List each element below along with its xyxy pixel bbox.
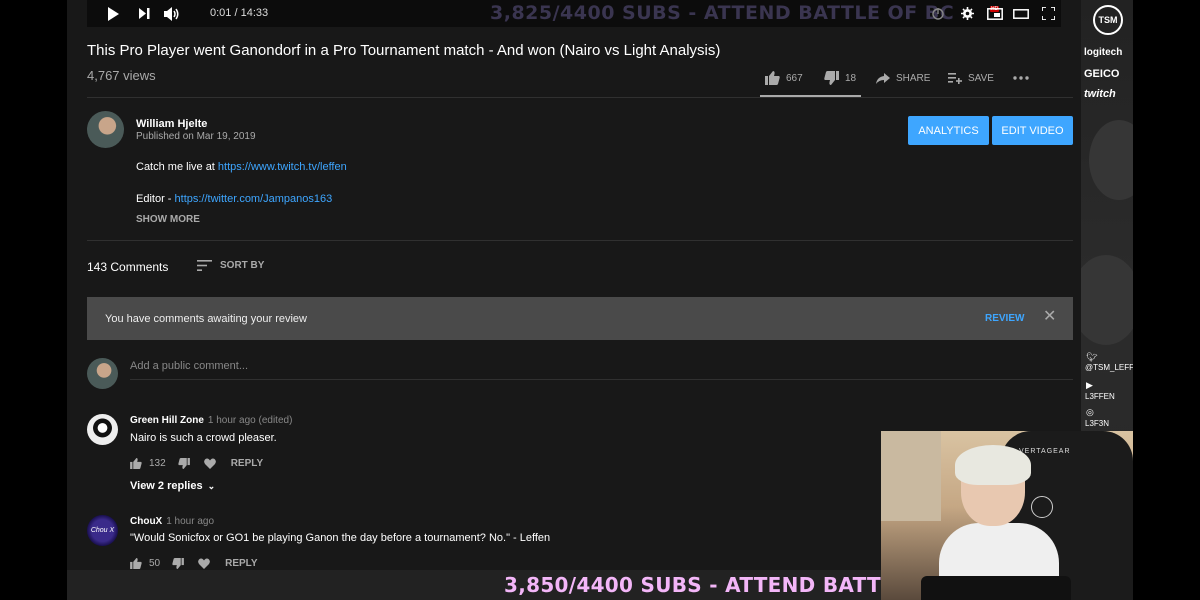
- comment-author-name[interactable]: Green Hill Zone: [130, 415, 204, 426]
- instagram-icon: ◎: [1086, 407, 1094, 417]
- youtube-handle: L3FFEN: [1085, 392, 1115, 401]
- youtube-icon: ▶: [1086, 380, 1093, 390]
- play-icon[interactable]: [105, 0, 121, 27]
- review-link[interactable]: REVIEW: [985, 313, 1024, 324]
- dislike-button[interactable]: 18: [824, 70, 856, 86]
- ticker-top: 3,825/4400 SUBS - ATTEND BATTLE OF BC: [490, 2, 955, 24]
- miniplayer-icon[interactable]: [986, 0, 1004, 27]
- volume-icon[interactable]: [163, 0, 181, 27]
- more-horizontal-icon: [1013, 76, 1029, 80]
- edit-video-button[interactable]: EDIT VIDEO: [992, 116, 1073, 145]
- thumbs-up-icon: [765, 71, 780, 85]
- comment-actions: 132 REPLY: [130, 458, 263, 469]
- sort-by-button[interactable]: SORT BY: [197, 260, 264, 271]
- like-button[interactable]: 667: [765, 70, 803, 86]
- twitter-handle: @TSM_LEFFEN: [1085, 363, 1133, 372]
- view-replies-button[interactable]: View 2 replies ⌄: [130, 480, 215, 492]
- heart-icon[interactable]: [198, 558, 211, 569]
- webcam-overlay: VERTAGEAR: [881, 431, 1133, 600]
- analytics-button[interactable]: ANALYTICS: [908, 116, 989, 145]
- thumbs-down-icon[interactable]: [172, 558, 185, 569]
- dislike-count: 18: [845, 72, 857, 84]
- reply-button[interactable]: REPLY: [225, 558, 257, 569]
- save-label: SAVE: [968, 72, 994, 84]
- add-comment-input[interactable]: Add a public comment...: [130, 360, 1073, 380]
- share-label: SHARE: [896, 72, 931, 84]
- theater-mode-icon[interactable]: [1012, 0, 1030, 27]
- comment-like-count: 132: [149, 458, 166, 469]
- view-replies-label: View 2 replies: [130, 480, 203, 492]
- user-avatar: [87, 358, 118, 389]
- player-controls: 0:01 / 14:33 3,825/4400 SUBS - ATTEND BA…: [87, 0, 1061, 27]
- description-text: Catch me live at: [136, 161, 218, 173]
- chair-logo: [1031, 496, 1053, 518]
- divider: [87, 240, 1073, 241]
- video-title: This Pro Player went Ganondorf in a Pro …: [87, 42, 721, 59]
- thumbs-down-icon[interactable]: [178, 458, 190, 469]
- next-icon[interactable]: [137, 0, 151, 27]
- avatar-label: Chou X: [90, 527, 115, 534]
- heart-icon[interactable]: [203, 458, 216, 469]
- keyboard: [921, 576, 1071, 600]
- like-count: 667: [786, 72, 803, 84]
- description-text: Editor -: [136, 193, 175, 205]
- share-icon: [876, 72, 890, 84]
- comment-author[interactable]: Green Hill Zone 1 hour ago (edited): [130, 415, 292, 426]
- comment-author-name[interactable]: ChouX: [130, 516, 162, 527]
- more-actions-button[interactable]: [1013, 70, 1029, 86]
- comment-author[interactable]: ChouX 1 hour ago: [130, 516, 214, 527]
- channel-avatar[interactable]: [87, 111, 124, 148]
- sponsor-geico: GEICO: [1084, 68, 1120, 80]
- thumbs-down-icon: [824, 71, 839, 85]
- divider: [87, 97, 1073, 98]
- view-count: 4,767 views: [87, 68, 156, 83]
- sort-icon: [197, 260, 212, 271]
- time-display: 0:01 / 14:33: [210, 7, 269, 19]
- twitter-link[interactable]: https://twitter.com/Jampanos163: [175, 193, 333, 205]
- thumbs-up-icon[interactable]: [130, 558, 142, 569]
- chair-brand: VERTAGEAR: [1019, 448, 1071, 455]
- description-line-1: Catch me live at https://www.twitch.tv/l…: [136, 161, 347, 173]
- comment-text: Nairo is such a crowd pleaser.: [130, 432, 277, 444]
- tsm-logo: TSM: [1093, 5, 1123, 35]
- comment-timestamp: 1 hour ago: [166, 516, 215, 527]
- playlist-add-icon: [948, 72, 962, 84]
- sort-label: SORT BY: [220, 260, 265, 271]
- review-message: You have comments awaiting your review: [105, 313, 307, 325]
- sidebar-decoration: [1081, 255, 1133, 345]
- fullscreen-icon[interactable]: [1040, 0, 1056, 27]
- instagram-handle: L3F3N: [1085, 419, 1110, 428]
- sponsor-logitech: logitech: [1084, 47, 1123, 58]
- close-icon[interactable]: ✕: [1043, 309, 1056, 325]
- comment-avatar[interactable]: [87, 414, 118, 445]
- reply-button[interactable]: REPLY: [231, 458, 263, 469]
- comment-like-count: 50: [149, 558, 161, 569]
- sidebar-decoration: [1089, 120, 1133, 200]
- publish-date: Published on Mar 19, 2019: [136, 131, 256, 142]
- chevron-down-icon: ⌄: [207, 481, 216, 491]
- channel-name[interactable]: William Hjelte: [136, 118, 207, 130]
- comment-actions: 50 REPLY: [130, 558, 258, 569]
- webcam-window: [881, 431, 941, 521]
- twitter-icon: 🐦︎: [1086, 352, 1098, 362]
- thumbs-up-icon[interactable]: [130, 458, 142, 469]
- share-button[interactable]: SHARE: [876, 70, 930, 86]
- sponsor-twitch: twitch: [1084, 88, 1116, 100]
- comments-count: 143 Comments: [87, 260, 169, 274]
- comment-timestamp: 1 hour ago (edited): [207, 415, 293, 426]
- review-banner: You have comments awaiting your review R…: [87, 297, 1073, 340]
- twitch-link[interactable]: https://www.twitch.tv/leffen: [218, 161, 347, 173]
- show-more-button[interactable]: SHOW MORE: [136, 214, 200, 225]
- autoplay-icon[interactable]: [930, 0, 946, 27]
- save-button[interactable]: SAVE: [948, 70, 994, 86]
- comment-text: "Would Sonicfox or GO1 be playing Ganon …: [130, 532, 551, 544]
- streamer-hair: [955, 445, 1031, 485]
- comment-avatar[interactable]: Chou X: [87, 515, 118, 546]
- description-line-2: Editor - https://twitter.com/Jampanos163: [136, 193, 332, 205]
- settings-gear-icon[interactable]: [959, 0, 975, 27]
